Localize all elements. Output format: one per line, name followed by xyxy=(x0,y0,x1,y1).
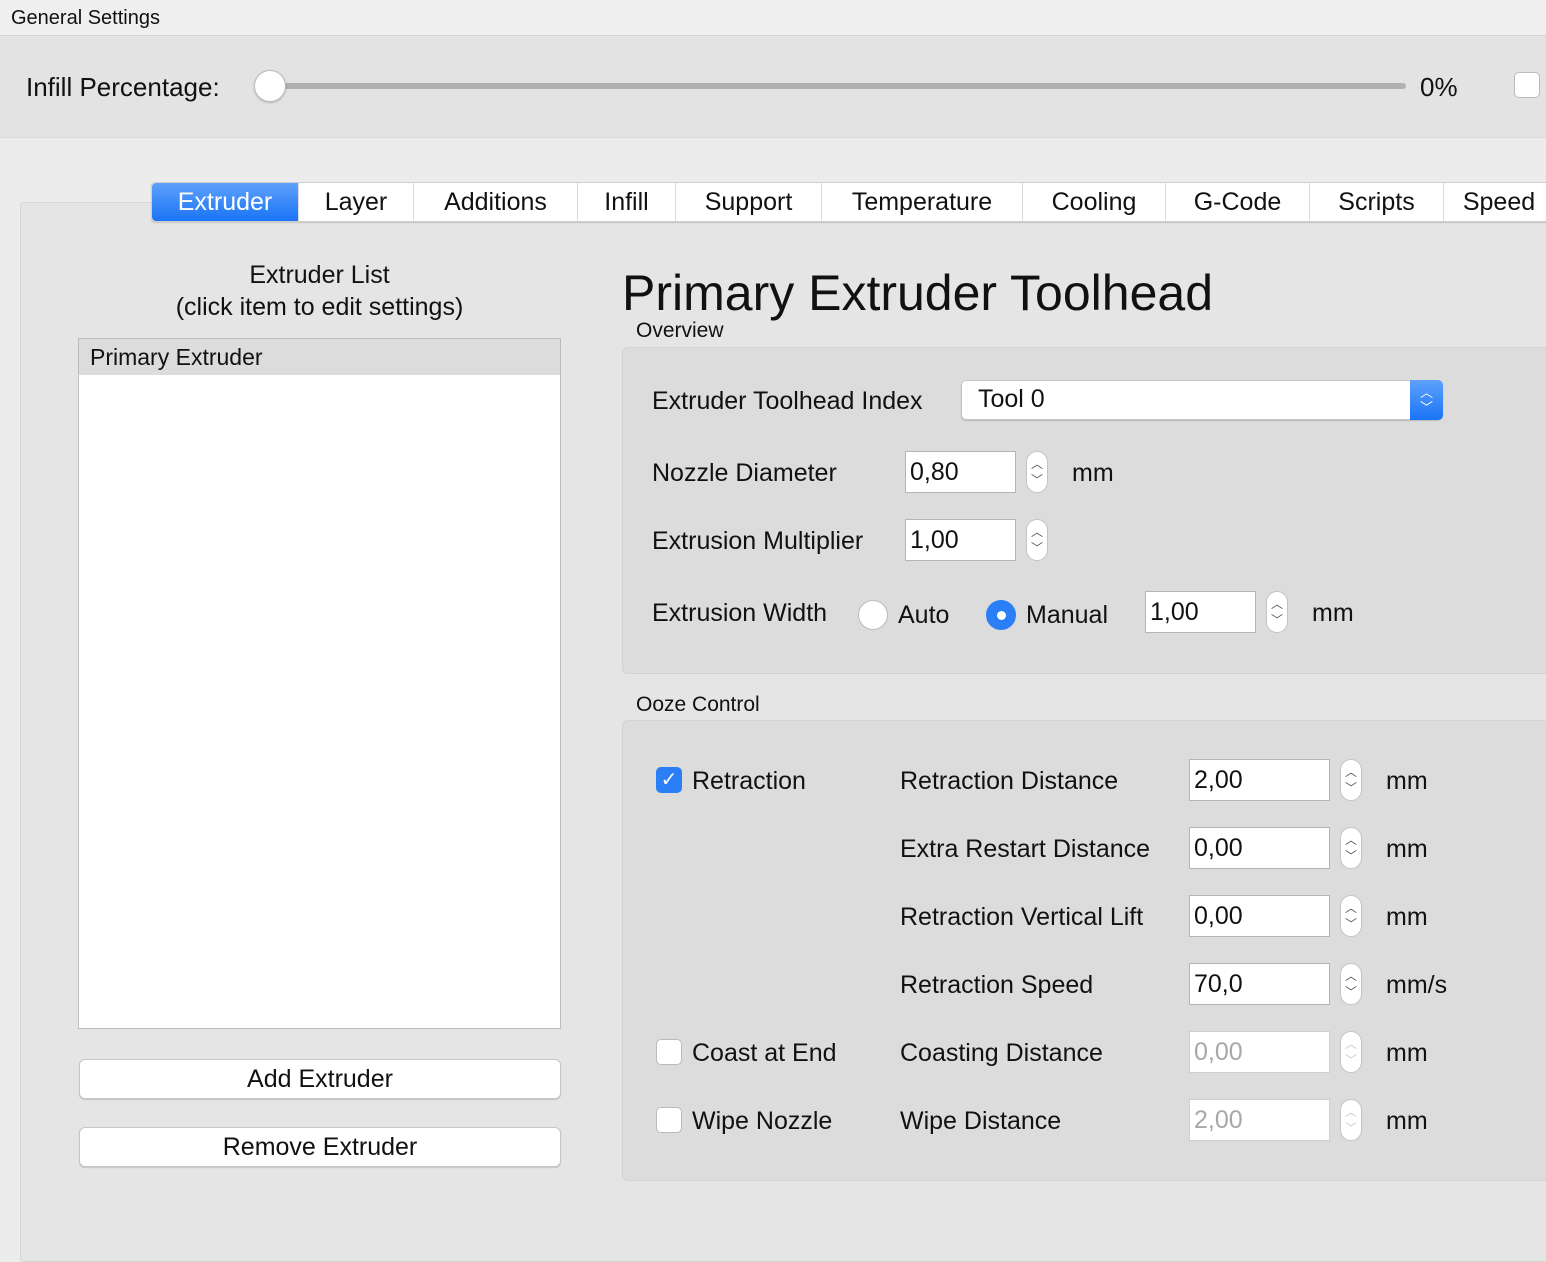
title-bar: General Settings xyxy=(0,0,1546,36)
infill-label: Infill Percentage: xyxy=(26,72,220,102)
retraction-vertical-lift-label: Retraction Vertical Lift xyxy=(900,903,1144,931)
extra-restart-distance-stepper[interactable]: ︿ ﹀ xyxy=(1340,827,1362,869)
coasting-distance-unit: mm xyxy=(1386,1039,1428,1067)
retraction-speed-unit: mm/s xyxy=(1386,971,1448,999)
retraction-distance-input[interactable]: 2,00 xyxy=(1189,759,1330,801)
tab-temperature[interactable]: Temperature xyxy=(822,183,1023,221)
toolhead-label: Extruder Toolhead Index xyxy=(652,387,923,415)
remove-extruder-button[interactable]: Remove Extruder xyxy=(79,1127,561,1167)
add-extruder-button[interactable]: Add Extruder xyxy=(79,1059,561,1099)
width-input[interactable]: 1,00 xyxy=(1145,591,1256,633)
retraction-speed-input[interactable]: 70,0 xyxy=(1189,963,1330,1005)
width-unit: mm xyxy=(1312,599,1354,627)
retraction-checkbox[interactable]: ✓ xyxy=(656,767,682,793)
tab-scripts[interactable]: Scripts xyxy=(1310,183,1444,221)
extruder-list-title: Extruder List xyxy=(249,261,390,289)
nozzle-input[interactable]: 0,80 xyxy=(905,451,1016,493)
wipe-distance-stepper[interactable]: ︿ ﹀ xyxy=(1340,1099,1362,1141)
retraction-distance-label: Retraction Distance xyxy=(900,767,1119,795)
nozzle-label: Nozzle Diameter xyxy=(652,459,837,487)
tab-cooling[interactable]: Cooling xyxy=(1023,183,1166,221)
mult-input[interactable]: 1,00 xyxy=(905,519,1016,561)
nozzle-unit: mm xyxy=(1072,459,1114,487)
infill-checkbox[interactable] xyxy=(1514,72,1540,98)
nozzle-stepper[interactable]: ︿ ﹀ xyxy=(1026,451,1048,493)
tab-layer[interactable]: Layer xyxy=(299,183,414,221)
coast-label: Coast at End xyxy=(692,1039,837,1067)
extra-restart-distance-label: Extra Restart Distance xyxy=(900,835,1151,863)
width-label: Extrusion Width xyxy=(652,599,828,627)
tab-gcode[interactable]: G-Code xyxy=(1166,183,1310,221)
overview-title: Overview xyxy=(636,319,724,342)
wipe-distance-input[interactable]: 2,00 xyxy=(1189,1099,1330,1141)
auto-radio[interactable] xyxy=(858,600,888,630)
toolhead-value: Tool 0 xyxy=(978,385,1045,413)
infill-slider-track[interactable] xyxy=(270,83,1406,89)
manual-label: Manual xyxy=(1026,601,1108,629)
mult-stepper[interactable]: ︿ ﹀ xyxy=(1026,519,1048,561)
width-stepper[interactable]: ︿ ﹀ xyxy=(1266,591,1288,633)
extruder-list[interactable]: Primary Extruder xyxy=(78,338,561,1029)
coasting-distance-input[interactable]: 0,00 xyxy=(1189,1031,1330,1073)
extra-restart-distance-input[interactable]: 0,00 xyxy=(1189,827,1330,869)
wipe-distance-label: Wipe Distance xyxy=(900,1107,1062,1135)
retraction-distance-unit: mm xyxy=(1386,767,1428,795)
tab-support[interactable]: Support xyxy=(676,183,822,221)
coasting-distance-stepper[interactable]: ︿ ﹀ xyxy=(1340,1031,1362,1073)
wipe-checkbox[interactable] xyxy=(656,1107,682,1133)
retraction-label: Retraction xyxy=(692,767,806,795)
toolhead-select[interactable]: Tool 0 ︿ ﹀ xyxy=(961,380,1443,420)
retraction-vertical-lift-input[interactable]: 0,00 xyxy=(1189,895,1330,937)
chevron-updown-icon: ︿ ﹀ xyxy=(1410,380,1443,420)
window-title: General Settings xyxy=(11,7,160,29)
tab-bar: Extruder Layer Additions Infill Support … xyxy=(151,182,1546,222)
tab-infill[interactable]: Infill xyxy=(578,183,676,221)
extruder-list-subtitle: (click item to edit settings) xyxy=(175,293,464,321)
wipe-label: Wipe Nozzle xyxy=(692,1107,833,1135)
retraction-speed-stepper[interactable]: ︿ ﹀ xyxy=(1340,963,1362,1005)
tab-additions[interactable]: Additions xyxy=(414,183,578,221)
auto-label: Auto xyxy=(898,601,950,629)
mult-label: Extrusion Multiplier xyxy=(652,527,864,555)
tab-extruder[interactable]: Extruder xyxy=(152,183,299,221)
retraction-vertical-lift-unit: mm xyxy=(1386,903,1428,931)
page-title: Primary Extruder Toolhead xyxy=(622,265,1214,321)
extra-restart-distance-unit: mm xyxy=(1386,835,1428,863)
manual-radio[interactable] xyxy=(986,600,1016,630)
ooze-title: Ooze Control xyxy=(636,693,760,716)
infill-slider-thumb[interactable] xyxy=(254,70,286,102)
tab-speed[interactable]: Speed xyxy=(1444,183,1546,221)
coast-checkbox[interactable] xyxy=(656,1039,682,1065)
infill-value: 0% xyxy=(1420,72,1458,102)
retraction-distance-stepper[interactable]: ︿ ﹀ xyxy=(1340,759,1362,801)
list-item[interactable]: Primary Extruder xyxy=(79,339,560,375)
coasting-distance-label: Coasting Distance xyxy=(900,1039,1103,1067)
retraction-speed-label: Retraction Speed xyxy=(900,971,1094,999)
wipe-distance-unit: mm xyxy=(1386,1107,1428,1135)
retraction-vertical-lift-stepper[interactable]: ︿ ﹀ xyxy=(1340,895,1362,937)
